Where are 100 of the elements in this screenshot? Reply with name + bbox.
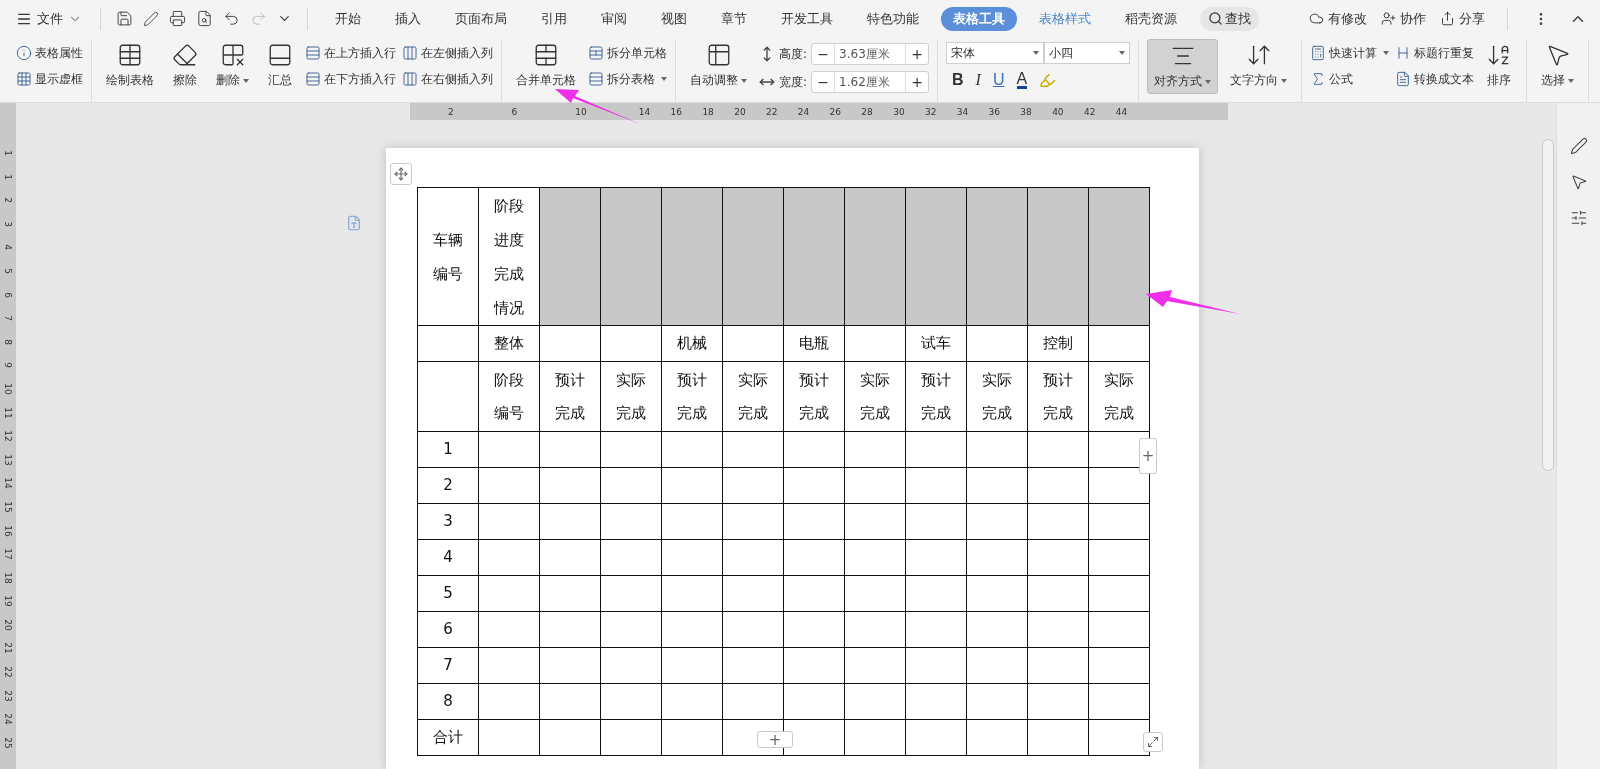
table-cell: 8 bbox=[417, 683, 479, 720]
table-cell: 阶段编号 bbox=[478, 361, 540, 432]
add-column-button[interactable]: + bbox=[1139, 438, 1157, 474]
file-menu[interactable]: 文件 bbox=[10, 5, 88, 32]
table-cell bbox=[539, 503, 601, 540]
table-cell bbox=[478, 467, 540, 504]
table-cell bbox=[905, 719, 967, 756]
table-cell: 3 bbox=[417, 503, 479, 540]
ribbon-button[interactable]: 选择 bbox=[1535, 39, 1581, 92]
table-cell bbox=[905, 611, 967, 648]
ruler-number: 14 bbox=[638, 106, 651, 117]
add-row-button[interactable]: + bbox=[757, 731, 793, 748]
table-cell bbox=[539, 325, 601, 362]
ribbon-button[interactable]: 删除 bbox=[210, 39, 255, 92]
table-cell bbox=[966, 539, 1028, 576]
menu-tab[interactable]: 引用 bbox=[529, 6, 579, 31]
ribbon-button[interactable]: 标题行重复 bbox=[1395, 42, 1475, 64]
ribbon-button[interactable]: 合并单元格 bbox=[510, 39, 582, 92]
menu-tab[interactable]: 视图 bbox=[649, 6, 699, 31]
sliders-icon[interactable] bbox=[1569, 209, 1588, 227]
table-cell bbox=[1027, 503, 1089, 540]
ruler-number: 19 bbox=[2, 595, 14, 607]
ribbon-button[interactable]: 汇总 bbox=[261, 39, 299, 92]
underline-button[interactable]: U bbox=[992, 71, 1005, 89]
ribbon-button[interactable]: 排序 bbox=[1480, 39, 1519, 92]
search-button[interactable]: 查找 bbox=[1200, 6, 1259, 31]
ruler-number: 34 bbox=[956, 106, 969, 117]
resize-handle[interactable] bbox=[1143, 732, 1163, 752]
ruler-number: 36 bbox=[988, 106, 1000, 117]
ribbon-button[interactable]: 拆分表格 bbox=[588, 68, 667, 90]
font-color-button[interactable]: A bbox=[1016, 71, 1028, 89]
pen-icon[interactable] bbox=[1569, 137, 1588, 155]
menu-tab[interactable]: 审阅 bbox=[589, 6, 639, 31]
table-cell bbox=[722, 503, 784, 540]
ribbon-button[interactable]: 擦除 bbox=[166, 39, 204, 92]
number-spinner[interactable]: − 3.63厘米 + bbox=[811, 43, 930, 65]
ribbon-button[interactable]: 拆分单元格 bbox=[588, 42, 667, 64]
italic-button[interactable]: I bbox=[975, 71, 981, 89]
table-cell bbox=[1027, 611, 1089, 648]
columns-icon bbox=[402, 71, 418, 87]
menu-tab[interactable]: 稻壳资源 bbox=[1113, 6, 1189, 31]
ribbon-button[interactable]: 在上方插入行 bbox=[305, 42, 396, 64]
caret-icon bbox=[1119, 51, 1126, 55]
ruler-number: 5 bbox=[2, 268, 14, 274]
menu-tab[interactable]: 插入 bbox=[383, 6, 433, 31]
ribbon-button[interactable]: 文字方向 bbox=[1224, 39, 1294, 92]
ribbon-button[interactable]: 对齐方式 bbox=[1147, 39, 1219, 94]
table-cell bbox=[661, 431, 723, 468]
table-cell: 试车 bbox=[905, 325, 967, 362]
menu-tab[interactable]: 章节 bbox=[709, 6, 759, 31]
menu-tab[interactable]: 特色功能 bbox=[855, 6, 931, 31]
table-cell bbox=[417, 361, 479, 432]
ribbon-button[interactable]: 公式 bbox=[1310, 68, 1390, 90]
table-cell bbox=[783, 575, 845, 612]
top-action[interactable]: 协作 bbox=[1381, 9, 1426, 28]
table-cell bbox=[1027, 647, 1089, 684]
ruler-number: 26 bbox=[829, 106, 841, 117]
ruler-number: 18 bbox=[2, 571, 14, 584]
menu-tab[interactable]: 开发工具 bbox=[769, 6, 845, 31]
pointer-icon[interactable] bbox=[1569, 173, 1588, 191]
ribbon-button[interactable]: 自动调整 bbox=[684, 39, 753, 92]
number-spinner[interactable]: − 1.62厘米 + bbox=[811, 71, 930, 93]
ribbon-button[interactable]: 快速计算 bbox=[1310, 42, 1390, 64]
table-cell bbox=[478, 611, 540, 648]
table-cell bbox=[1088, 325, 1150, 362]
ruler-number: 14 bbox=[2, 477, 14, 490]
table-cell bbox=[966, 503, 1028, 540]
menu-tab[interactable]: 开始 bbox=[323, 6, 373, 31]
font-size-select[interactable]: 小四 bbox=[1044, 42, 1131, 64]
table-cell: 车辆编号 bbox=[417, 187, 479, 326]
table-cell: 4 bbox=[417, 539, 479, 576]
ribbon-button[interactable]: 在右侧插入列 bbox=[402, 68, 493, 90]
table-cell bbox=[1027, 575, 1089, 612]
table-cell bbox=[905, 503, 967, 540]
rows-icon bbox=[305, 71, 321, 87]
menu-tab[interactable]: 页面布局 bbox=[443, 6, 519, 31]
table-cell bbox=[539, 539, 601, 576]
ribbon-button[interactable]: 表格属性 bbox=[16, 42, 83, 64]
table-cell bbox=[783, 611, 845, 648]
table-move-handle[interactable] bbox=[390, 163, 412, 185]
ruler-number: 38 bbox=[1020, 106, 1032, 117]
summary-icon bbox=[267, 42, 293, 68]
grid-icon bbox=[16, 71, 32, 87]
ruler-number: 24 bbox=[2, 713, 14, 725]
top-action[interactable]: 有修改 bbox=[1309, 9, 1367, 28]
table-cell: 实际完成 bbox=[722, 361, 784, 432]
menu-tab[interactable]: 表格样式 bbox=[1027, 6, 1103, 31]
table-cell bbox=[844, 683, 906, 720]
ruler-number: 42 bbox=[1083, 106, 1096, 117]
top-action[interactable]: 分享 bbox=[1440, 9, 1485, 28]
ribbon-button[interactable]: 在下方插入行 bbox=[305, 68, 396, 90]
ribbon-button[interactable]: 绘制表格 bbox=[100, 39, 160, 92]
ribbon-button[interactable]: 转换成文本 bbox=[1395, 68, 1475, 90]
ribbon-button[interactable]: 在左侧插入列 bbox=[402, 42, 493, 64]
split-table-icon bbox=[588, 71, 604, 87]
ribbon-button[interactable]: 显示虚框 bbox=[16, 68, 83, 90]
bold-button[interactable]: B bbox=[952, 71, 964, 89]
font-select[interactable]: 宋体 bbox=[946, 42, 1045, 64]
table-cell bbox=[722, 575, 784, 612]
table-pen-icon bbox=[117, 42, 143, 68]
